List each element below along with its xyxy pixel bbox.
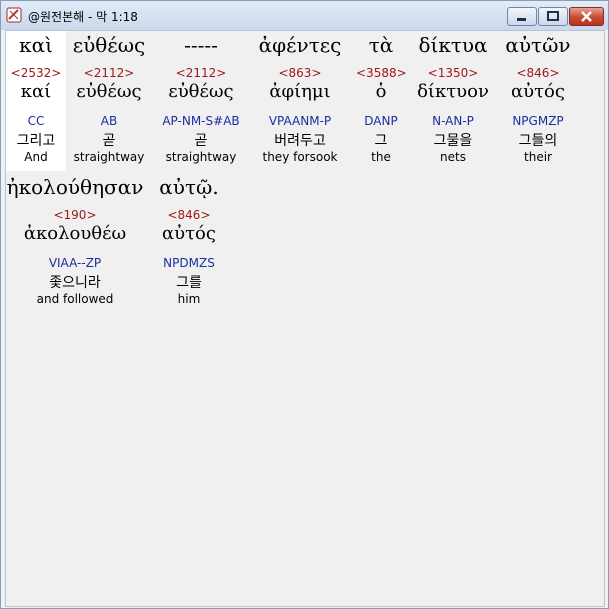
english-gloss: they forsook <box>262 150 338 164</box>
korean-gloss: 좇으니라 <box>49 275 101 291</box>
greek-word: τὰ <box>368 33 394 57</box>
greek-word: αὐτῷ. <box>159 175 219 199</box>
word-column[interactable]: αὐτῶν <846> αὐτός NPGMZP 그들의 their <box>500 31 576 171</box>
morphology-code[interactable]: CC <box>6 114 66 128</box>
word-column[interactable]: ἀφέντες <863> ἀφίημι VPAANM-P 버려두고 they … <box>254 31 346 171</box>
close-icon <box>581 11 592 22</box>
morphology-code[interactable]: AB <box>70 114 148 128</box>
english-gloss: nets <box>440 150 466 164</box>
english-gloss: their <box>524 150 552 164</box>
korean-gloss: 그리고 <box>16 133 56 149</box>
lemma: ὁ <box>375 81 387 102</box>
word-column[interactable]: καὶ <2532> καί CC 그리고 And <box>6 31 66 171</box>
lemma: αὐτός <box>162 223 216 244</box>
interlinear-view[interactable]: καὶ <2532> καί CC 그리고 And εὐθέως <2112> … <box>5 30 605 607</box>
close-button[interactable] <box>569 7 604 26</box>
lemma: εὐθέως <box>168 81 234 102</box>
word-column[interactable]: ----- <2112> εὐθέως AP-NM-S#AB 곧 straigh… <box>158 31 244 171</box>
greek-word: ἠκολούθησαν <box>6 175 144 199</box>
greek-word: ἀφέντες <box>258 33 342 57</box>
strong-number[interactable]: <2112> <box>158 66 244 80</box>
greek-word: ----- <box>184 33 218 57</box>
lemma: καί <box>20 81 52 102</box>
lemma: ἀκολουθέω <box>23 223 127 244</box>
greek-word: αὐτῶν <box>505 33 571 57</box>
morphology-code[interactable]: NPGMZP <box>500 114 576 128</box>
word-column[interactable]: δίκτυα <1350> δίκτυον N-AN-P 그물을 nets <box>412 31 494 171</box>
korean-gloss: 곧 <box>102 133 116 149</box>
morphology-code[interactable]: N-AN-P <box>412 114 494 128</box>
word-column[interactable]: εὐθέως <2112> εὐθέως AB 곧 straightway <box>70 31 148 171</box>
greek-word: εὐθέως <box>72 33 146 57</box>
word-column[interactable]: αὐτῷ. <846> αὐτός NPDMZS 그를 him <box>152 173 226 313</box>
strong-number[interactable]: <1350> <box>412 66 494 80</box>
lemma: εὐθέως <box>76 81 142 102</box>
english-gloss: And <box>24 150 48 164</box>
english-gloss: and followed <box>36 292 114 306</box>
minimize-button[interactable] <box>507 7 537 26</box>
strong-number[interactable]: <2532> <box>6 66 66 80</box>
morphology-code[interactable]: NPDMZS <box>152 256 226 270</box>
greek-word: καὶ <box>19 33 53 57</box>
strong-number[interactable]: <2112> <box>70 66 148 80</box>
word-column[interactable]: τὰ <3588> ὁ DANP 그 the <box>356 31 407 171</box>
strong-number[interactable]: <3588> <box>356 66 407 80</box>
app-icon <box>6 7 22 23</box>
strong-number[interactable]: <863> <box>254 66 346 80</box>
english-gloss: the <box>371 150 391 164</box>
strong-number[interactable]: <846> <box>500 66 576 80</box>
title-bar[interactable]: @원전본해 - 막 1:18 <box>1 1 608 30</box>
strong-number[interactable]: <846> <box>152 208 226 222</box>
korean-gloss: 그 <box>374 133 388 149</box>
english-gloss: him <box>177 292 201 306</box>
app-window: @원전본해 - 막 1:18 καὶ <2532> καί CC 그리고 And… <box>0 0 609 609</box>
korean-gloss: 버려두고 <box>274 133 326 149</box>
korean-gloss: 그를 <box>176 275 202 291</box>
word-column[interactable]: ἠκολούθησαν <190> ἀκολουθέω VIAA--ZP 좇으니… <box>6 173 144 313</box>
morphology-code[interactable]: VIAA--ZP <box>6 256 144 270</box>
minimize-icon <box>517 18 526 21</box>
morphology-code[interactable]: VPAANM-P <box>254 114 346 128</box>
korean-gloss: 곧 <box>194 133 208 149</box>
korean-gloss: 그물을 <box>433 133 473 149</box>
greek-word: δίκτυα <box>418 33 488 57</box>
window-title: @원전본해 - 막 1:18 <box>28 10 138 24</box>
lemma: ἀφίημι <box>269 81 331 102</box>
maximize-icon <box>547 11 559 21</box>
morphology-code[interactable]: DANP <box>356 114 406 128</box>
strong-number[interactable]: <190> <box>6 208 144 222</box>
english-gloss: straightway <box>165 150 237 164</box>
lemma: αὐτός <box>511 81 565 102</box>
maximize-button[interactable] <box>538 7 568 26</box>
morphology-code[interactable]: AP-NM-S#AB <box>158 114 244 128</box>
lemma: δίκτυον <box>417 81 489 102</box>
english-gloss: straightway <box>73 150 145 164</box>
korean-gloss: 그들의 <box>518 133 558 149</box>
